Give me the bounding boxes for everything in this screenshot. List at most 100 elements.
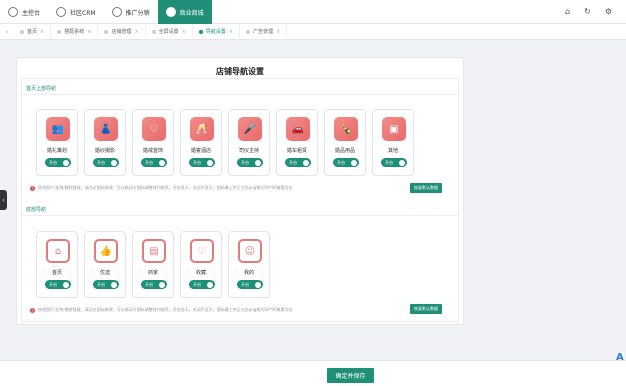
dot-icon [20, 29, 24, 34]
toggle-label: 开启 [193, 159, 201, 165]
toggle-label: 开启 [193, 281, 201, 287]
nav-item-wedding-planning[interactable]: 👥 婚礼策划 开启 [36, 109, 78, 176]
nav-tab-ads[interactable]: 广告管理 × [240, 23, 288, 40]
toggle-knob [303, 159, 309, 166]
nav-item-other[interactable]: ▣ 其他 开启 [372, 109, 414, 176]
toggle-knob [351, 159, 357, 166]
nav-item-preferred[interactable]: 👍 优选 开启 [84, 231, 126, 298]
close-icon[interactable]: × [182, 29, 186, 35]
nav-item-favorites[interactable]: ♡ 收藏 开启 [180, 231, 222, 298]
close-icon[interactable]: × [134, 29, 138, 35]
toggle-switch[interactable]: 开启 [237, 158, 263, 167]
nav-tab-navigation[interactable]: 导航设置 × [193, 23, 241, 40]
top-right-tools: ⌂ ↻ ⚙ [565, 0, 626, 23]
dot-icon [151, 29, 156, 34]
thumbs-up-icon: 👍 [94, 239, 118, 263]
nav-tab-label: 导航设置 [205, 29, 226, 35]
user-icon: ☺ [238, 239, 262, 263]
home-icon[interactable]: ⌂ [565, 7, 570, 16]
toggle-switch[interactable]: 开启 [189, 280, 215, 289]
nav-tab-fullscreen[interactable]: 全屏设置 × [146, 23, 193, 40]
heart-icon: ♡ [190, 239, 214, 263]
item-label: 我的 [243, 270, 254, 276]
settings-icon[interactable]: ⚙ [605, 7, 612, 16]
toggle-label: 开启 [241, 281, 249, 287]
nav-item-photography[interactable]: 👗 婚纱摄影 开启 [84, 109, 126, 176]
toggle-switch[interactable]: 开启 [141, 280, 167, 289]
toggle-switch[interactable]: 开启 [93, 158, 119, 167]
dot-icon [198, 29, 203, 34]
nav-item-merchant[interactable]: ▤ 商家 开启 [132, 231, 174, 298]
toggle-knob [63, 281, 69, 288]
nav-item-host[interactable]: 🎤 司仪主持 开启 [228, 109, 270, 176]
notice-text: 修改图片/名称/跳转链接，请点击图标修改；可以拖动卡图标调整排列顺序，开启显示，… [38, 307, 293, 312]
nav-tab-label: 全屏设置 [158, 29, 179, 35]
toggle-switch[interactable]: 开启 [45, 280, 71, 289]
toggle-knob [255, 159, 261, 166]
top-tab-label: 主控台 [22, 9, 41, 17]
close-icon[interactable]: × [276, 29, 280, 35]
toggle-knob [255, 281, 261, 288]
dress-icon: 👗 [94, 117, 118, 141]
restore-default-button[interactable]: 恢复默认数据 [410, 304, 442, 314]
section-title-top: 首页上部导航 [26, 86, 57, 92]
warning-icon: ! [30, 307, 35, 313]
item-label: 收藏 [195, 270, 206, 276]
top-tab-crm[interactable]: 社区CRM [48, 0, 104, 24]
sidebar-toggle-icon[interactable]: ‹ [0, 190, 7, 210]
top-tab-console[interactable]: 主控台 [0, 0, 48, 24]
section-title-bottom: 底部导航 [26, 207, 47, 213]
nav-left-arrow-icon[interactable]: ‹ [0, 28, 14, 36]
toggle-label: 开启 [145, 159, 153, 165]
bottles-icon: 🍾 [334, 117, 358, 141]
logo-mark-icon: A [616, 352, 624, 363]
toggle-knob [111, 159, 117, 166]
restore-default-button[interactable]: 恢复默认数据 [410, 183, 442, 193]
toggle-knob [159, 281, 165, 288]
toggle-switch[interactable]: 开启 [285, 158, 311, 167]
nav-item-mine[interactable]: ☺ 我的 开启 [228, 231, 270, 298]
toggle-switch[interactable]: 开启 [237, 280, 263, 289]
nav-tab-label: 首页 [27, 29, 38, 35]
close-icon[interactable]: × [87, 29, 91, 35]
dot-icon [57, 29, 62, 34]
nav-tab-home[interactable]: 首页 × [14, 23, 52, 40]
toggle-knob [207, 281, 213, 288]
nav-tab-label: 广告管理 [253, 29, 274, 35]
item-label: 其他 [387, 148, 398, 154]
nav-tab-store[interactable]: 店铺管理 × [98, 23, 146, 40]
save-button[interactable]: 确定并保存 [327, 368, 374, 383]
toggle-knob [159, 159, 165, 166]
item-label: 婚车租赁 [286, 148, 307, 154]
car-icon: 🚗 [286, 117, 310, 141]
toggle-switch[interactable]: 开启 [93, 280, 119, 289]
toggle-label: 开启 [337, 159, 345, 165]
people-icon: 👥 [46, 117, 70, 141]
home-icon: ⌂ [46, 239, 70, 263]
nav-item-home[interactable]: ⌂ 首页 开启 [36, 231, 78, 298]
toggle-label: 开启 [289, 159, 297, 165]
toggle-label: 开启 [97, 159, 105, 165]
nav-tab-label: 店铺管理 [111, 29, 132, 35]
nav-item-supplies[interactable]: 🍾 婚品用品 开启 [324, 109, 366, 176]
toggle-switch[interactable]: 开启 [333, 158, 359, 167]
toggle-switch[interactable]: 开启 [381, 158, 407, 167]
nav-item-hotel[interactable]: 🥂 婚宴酒店 开启 [180, 109, 222, 176]
item-label: 婚戒首饰 [142, 148, 163, 154]
nav-item-car-rental[interactable]: 🚗 婚车租赁 开启 [276, 109, 318, 176]
toggle-switch[interactable]: 开启 [189, 158, 215, 167]
top-tab-mall[interactable]: 商业商城 [157, 0, 212, 24]
necklace-icon: ♡ [142, 117, 166, 141]
close-icon[interactable]: × [229, 29, 233, 35]
console-icon [8, 7, 18, 17]
nav-item-jewelry[interactable]: ♡ 婚戒首饰 开启 [132, 109, 174, 176]
item-label: 首页 [51, 270, 62, 276]
refresh-icon[interactable]: ↻ [584, 7, 591, 16]
close-icon[interactable]: × [40, 29, 44, 35]
top-tab-distribution[interactable]: 推广分销 [104, 0, 158, 24]
toggle-switch[interactable]: 开启 [141, 158, 167, 167]
nav-tab-match[interactable]: 搭配系统 × [51, 23, 99, 40]
footer-bar [0, 360, 626, 386]
toggle-switch[interactable]: 开启 [45, 158, 71, 167]
settings-card: 店铺导航设置 首页上部导航 👥 婚礼策划 开启 👗 婚纱摄影 开启 ♡ 婚戒首饰… [16, 57, 464, 325]
